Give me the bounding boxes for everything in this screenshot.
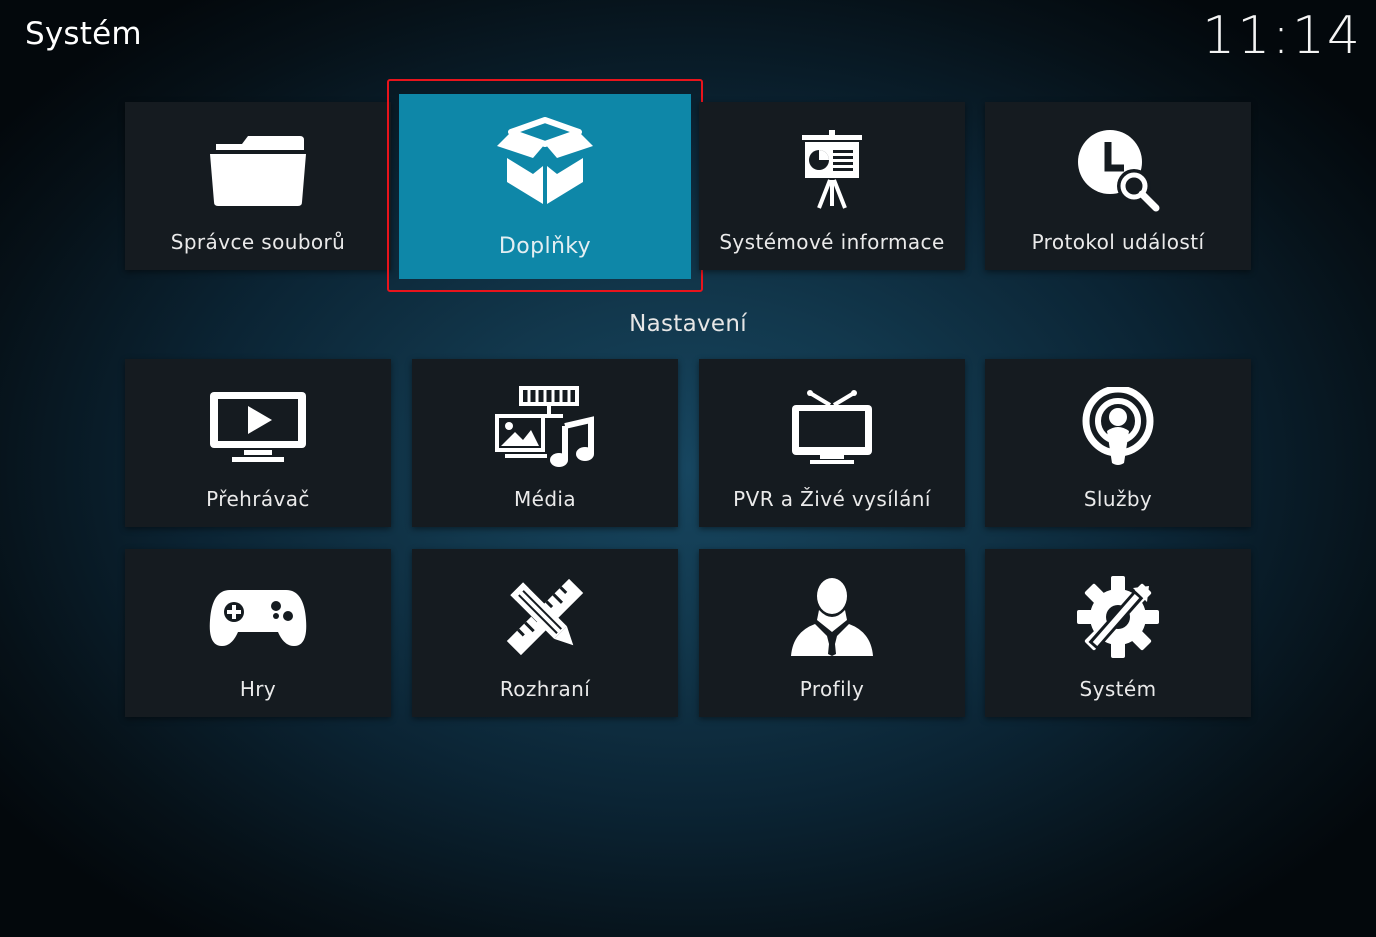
tile-player[interactable]: Přehrávač [125,359,391,527]
tile-label: Rozhraní [499,677,591,701]
gear-tools-icon [985,575,1251,659]
section-title-settings: Nastavení [629,311,747,337]
tile-profiles[interactable]: Profily [699,549,965,717]
tile-media[interactable]: Média [412,359,678,527]
tile-interface[interactable]: Rozhraní [412,549,678,717]
tile-label: Systém [1079,677,1157,701]
media-icon [412,385,678,469]
tv-antenna-icon [699,385,965,469]
clock-search-icon [985,128,1251,212]
tile-system-info[interactable]: Systémové informace [699,102,965,270]
folder-icon [125,128,391,212]
tile-event-log[interactable]: Protokol událostí [985,102,1251,270]
tile-system[interactable]: Systém [985,549,1251,717]
clock: 11:14 [1202,6,1362,66]
tile-label: Systémové informace [719,230,945,254]
page-title: Systém [25,16,142,52]
tile-label: PVR a Živé vysílání [733,487,931,511]
tile-label: Služby [1083,487,1153,511]
tile-label: Profily [799,677,865,701]
tile-label: Hry [239,677,277,701]
focus-highlight [387,79,703,292]
tile-label: Protokol událostí [1031,230,1205,254]
tile-pvr-live-tv[interactable]: PVR a Živé vysílání [699,359,965,527]
tile-label: Správce souborů [170,230,346,254]
tile-services[interactable]: Služby [985,359,1251,527]
tile-label: Média [513,487,577,511]
podcast-icon [985,385,1251,469]
tile-label: Přehrávač [206,487,310,511]
monitor-play-icon [125,385,391,469]
gamepad-icon [125,575,391,659]
presentation-board-icon [699,128,965,212]
user-icon [699,575,965,659]
tile-file-manager[interactable]: Správce souborů [125,102,391,270]
pencil-ruler-icon [412,575,678,659]
tile-games[interactable]: Hry [125,549,391,717]
